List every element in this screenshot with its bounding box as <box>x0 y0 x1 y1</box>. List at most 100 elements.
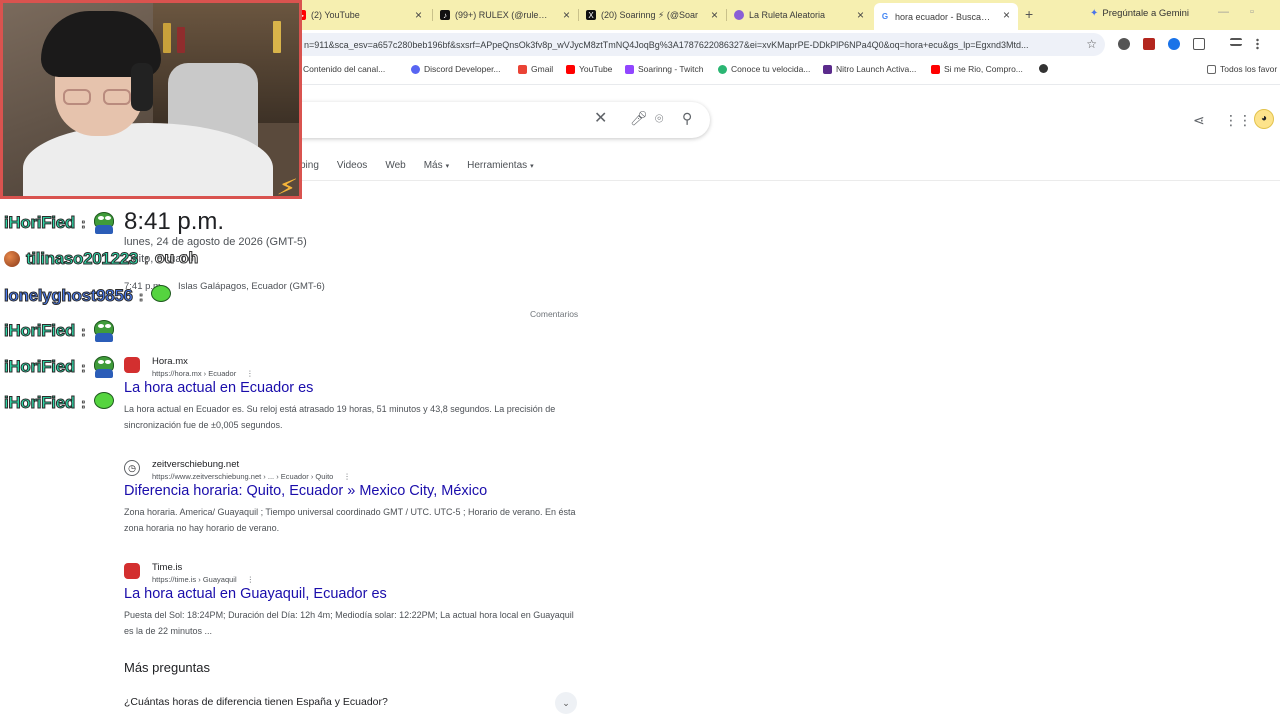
tab-ruleta[interactable]: La Ruleta Aleatoria × <box>728 3 872 27</box>
result-title[interactable]: La hora actual en Guayaquil, Ecuador es <box>124 586 387 602</box>
bookmark-label: Todos los favor <box>1220 64 1278 74</box>
bookmark-item[interactable]: Soarinng - Twitch <box>625 64 704 74</box>
chat-username: iHoriFied <box>4 321 76 341</box>
bookmark-item[interactable]: YouTube <box>566 64 612 74</box>
tab-google-search[interactable]: G hora ecuador - Buscar con × <box>874 3 1018 30</box>
menu-icon[interactable] <box>1256 38 1259 50</box>
tab-label: La Ruleta Aleatoria <box>749 10 826 20</box>
extension-icon[interactable] <box>1143 38 1155 50</box>
bookmark-item[interactable]: Conoce tu velocida... <box>718 64 810 74</box>
bookmark-label: Contenido del canal... <box>303 64 386 74</box>
result-title[interactable]: Diferencia horaria: Quito, Ecuador » Mex… <box>124 483 487 499</box>
result-snippet: Puesta del Sol: 18:24PM; Duración del Dí… <box>124 610 574 636</box>
bookmark-item[interactable]: Si me Rio, Compro... <box>931 64 1023 74</box>
tab-x[interactable]: X (20) Soarinng ⚡ (@Soar × <box>580 3 726 27</box>
chat-separator: : <box>80 359 86 376</box>
close-icon[interactable]: × <box>563 8 570 22</box>
extension-icon[interactable] <box>1118 38 1130 50</box>
more-options-icon[interactable]: ⋮ <box>247 575 255 584</box>
clear-icon[interactable]: ✕ <box>594 108 607 128</box>
nav-videos[interactable]: Videos <box>337 160 367 171</box>
bookmark-star-icon[interactable]: ☆ <box>1086 37 1097 51</box>
nav-more[interactable]: Más ▾ <box>424 160 449 171</box>
tab-youtube[interactable]: ▶ (2) YouTube × <box>290 3 430 27</box>
chat-separator: : <box>80 323 86 340</box>
bookmark-item[interactable]: Discord Developer... <box>411 64 501 74</box>
bookmark-item[interactable] <box>1039 64 1048 73</box>
twitch-icon <box>625 64 634 74</box>
chat-username: iHoriFied <box>4 357 76 377</box>
minimize-icon[interactable]: — <box>1218 6 1229 18</box>
discord-icon <box>411 64 420 74</box>
close-icon[interactable]: × <box>1003 8 1010 22</box>
chat-separator: : <box>80 215 86 232</box>
search-input[interactable]: ✕ 🎤︎ ⌾ ⚲ <box>250 102 710 138</box>
x-icon: X <box>586 10 596 20</box>
maximize-icon[interactable]: ▫ <box>1250 6 1254 18</box>
share-icon[interactable]: ⋖ <box>1193 112 1205 129</box>
youtube-icon <box>566 64 575 74</box>
close-icon[interactable]: × <box>415 8 422 22</box>
webcam-overlay <box>0 0 302 199</box>
result-site[interactable]: Time.is <box>152 562 182 573</box>
nitro-icon <box>823 64 832 74</box>
chat-separator: : <box>80 395 86 412</box>
related-question[interactable]: ¿Cuántas horas de diferencia tienen Espa… <box>124 696 388 708</box>
clock-favicon-icon: ◷ <box>124 460 140 476</box>
result-site[interactable]: Hora.mx <box>152 356 188 367</box>
pepe-emote-icon <box>92 356 116 378</box>
tab-tiktok[interactable]: ♪ (99+) RULEX (@rulexvr) | Ti × <box>434 3 578 27</box>
bookmark-item[interactable]: Nitro Launch Activa... <box>823 64 916 74</box>
result-url[interactable]: https://time.is › Guayaquil ⋮ <box>152 575 254 584</box>
bookmark-label: Discord Developer... <box>424 64 501 74</box>
more-options-icon[interactable]: ⋮ <box>343 472 351 481</box>
nav-tools[interactable]: Herramientas ▾ <box>467 160 534 171</box>
google-icon: G <box>881 12 889 21</box>
chevron-down-icon[interactable]: ⌄ <box>555 692 577 714</box>
address-bar[interactable]: n=911&sca_esv=a657c280beb196bf&sxsrf=APp… <box>290 33 1105 56</box>
bookmark-label: Si me Rio, Compro... <box>944 64 1023 74</box>
extension-icon[interactable] <box>1168 38 1180 50</box>
all-bookmarks[interactable]: Todos los favor <box>1207 64 1277 74</box>
chat-message: iHoriFied : <box>4 392 116 414</box>
shelf-item <box>177 27 185 53</box>
puzzle-icon[interactable] <box>1193 38 1205 50</box>
lens-icon[interactable]: ⌾ <box>655 110 663 127</box>
nav-more-label: Más <box>423 160 443 171</box>
avatar[interactable]: ◕ <box>1254 109 1274 129</box>
tab-label: hora ecuador - Buscar con <box>895 11 993 22</box>
search-nav: ping Videos Web Más ▾ Herramientas ▾ <box>300 160 534 171</box>
gemini-sparkle-icon: ✦ <box>1090 8 1099 19</box>
new-tab-button[interactable]: + <box>1025 6 1033 22</box>
apps-grid-icon[interactable]: ⋮⋮ <box>1224 112 1252 129</box>
badge-icon <box>4 251 20 267</box>
nav-web[interactable]: Web <box>385 160 405 171</box>
webcam-glasses <box>63 89 135 105</box>
time-is-favicon <box>124 563 140 579</box>
bookmark-item[interactable]: Gmail <box>518 64 553 74</box>
bookmark-label: Nitro Launch Activa... <box>836 64 917 74</box>
bookmark-item[interactable]: Contenido del canal... <box>290 64 385 74</box>
result-site[interactable]: zeitverschiebung.net <box>152 459 239 470</box>
result-url[interactable]: https://www.zeitverschiebung.net › ... ›… <box>152 472 351 481</box>
microphone-icon[interactable]: 🎤︎ <box>630 110 648 127</box>
close-icon[interactable]: × <box>857 8 864 22</box>
green-blob-emote-icon <box>92 392 116 414</box>
result-title[interactable]: La hora actual en Ecuador es <box>124 380 313 396</box>
screen: ▶ (2) YouTube × ♪ (99+) RULEX (@rulexvr)… <box>0 0 1280 720</box>
reading-list-icon[interactable] <box>1230 38 1242 46</box>
more-options-icon[interactable]: ⋮ <box>246 369 254 378</box>
bookmark-label: Gmail <box>531 64 554 74</box>
result-url-text: https://hora.mx › Ecuador <box>152 369 237 378</box>
shelf-item <box>163 23 171 53</box>
caret-down-icon: ▾ <box>530 163 534 170</box>
nav-shopping[interactable]: ping <box>300 160 319 171</box>
comments-link[interactable]: Comentarios <box>530 309 578 319</box>
search-result: Hora.mx https://hora.mx › Ecuador ⋮ La ho… <box>124 356 584 436</box>
gemini-button[interactable]: ✦ Pregúntale a Gemini <box>1090 8 1189 19</box>
search-icon[interactable]: ⚲ <box>682 110 692 127</box>
close-icon[interactable]: × <box>711 8 718 22</box>
chat-separator: : <box>144 251 149 268</box>
result-snippet: Zona horaria. America/ Guayaquil ; Tiemp… <box>124 507 576 533</box>
result-url[interactable]: https://hora.mx › Ecuador ⋮ <box>152 369 254 378</box>
